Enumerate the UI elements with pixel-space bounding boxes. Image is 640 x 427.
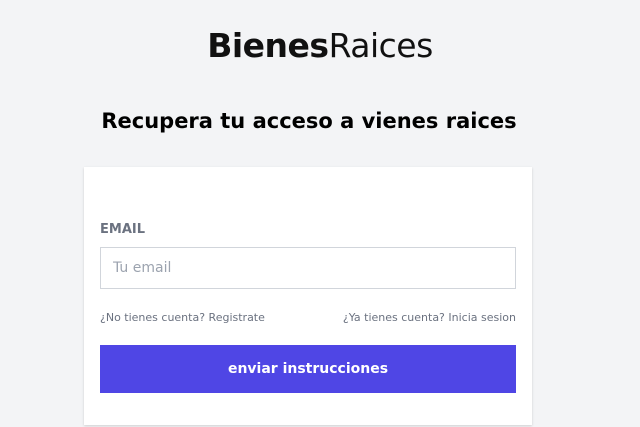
register-link[interactable]: ¿No tienes cuenta? Registrate bbox=[100, 311, 265, 325]
logo-light-text: Raices bbox=[328, 26, 434, 65]
send-instructions-button[interactable]: enviar instrucciones bbox=[100, 345, 516, 393]
page: BienesRaices Recupera tu acceso a vienes… bbox=[0, 0, 640, 427]
login-link[interactable]: ¿Ya tienes cuenta? Inicia sesion bbox=[343, 311, 516, 325]
email-field[interactable] bbox=[100, 247, 516, 289]
email-label: EMAIL bbox=[100, 222, 145, 237]
logo: BienesRaices bbox=[0, 26, 640, 66]
logo-bold-text: Bienes bbox=[207, 26, 329, 65]
page-title: Recupera tu acceso a vienes raices bbox=[101, 109, 517, 133]
